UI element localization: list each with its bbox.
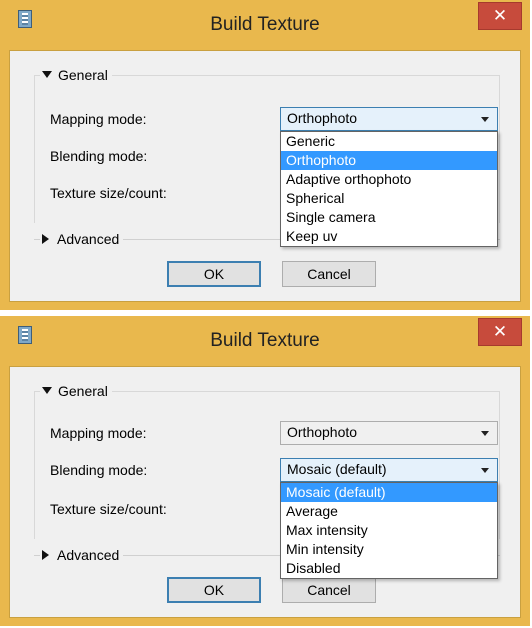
cancel-button-label: Cancel [307, 266, 351, 282]
dropdown-option[interactable]: Single camera [281, 208, 497, 227]
mapping-mode-value: Orthophoto [287, 424, 358, 440]
triangle-right-icon [42, 550, 49, 560]
dropdown-option[interactable]: Average [281, 502, 497, 521]
dropdown-option-selected[interactable]: Mosaic (default) [281, 483, 497, 502]
dropdown-option[interactable]: Keep uv [281, 227, 497, 246]
blending-mode-select[interactable]: Mosaic (default) [280, 458, 498, 482]
texture-size-label: Texture size/count: [50, 185, 167, 201]
chevron-down-icon [481, 117, 489, 122]
advanced-group-header[interactable]: Advanced [40, 231, 124, 247]
triangle-down-icon [42, 387, 52, 394]
dropdown-option-selected[interactable]: Orthophoto [281, 151, 497, 170]
dropdown-option[interactable]: Generic [281, 132, 497, 151]
chevron-down-icon [481, 468, 489, 473]
blending-mode-label: Blending mode: [50, 148, 148, 164]
blending-mode-label: Blending mode: [50, 462, 148, 478]
close-button[interactable]: ✕ [478, 2, 522, 30]
dropdown-option[interactable]: Spherical [281, 189, 497, 208]
mapping-mode-select[interactable]: Orthophoto [280, 107, 498, 131]
title-bar[interactable]: Build Texture ✕ [0, 316, 530, 366]
ok-button[interactable]: OK [167, 261, 261, 287]
chevron-down-icon [481, 431, 489, 436]
general-group-label: General [58, 383, 108, 399]
mapping-mode-label: Mapping mode: [50, 111, 147, 127]
dropdown-option[interactable]: Disabled [281, 559, 497, 578]
blending-mode-value: Mosaic (default) [287, 461, 387, 477]
dialog-body: General Mapping mode: Orthophoto Blendin… [9, 50, 521, 302]
mapping-mode-label: Mapping mode: [50, 425, 147, 441]
advanced-group-header[interactable]: Advanced [40, 547, 124, 563]
ok-button[interactable]: OK [167, 577, 261, 603]
dropdown-option[interactable]: Max intensity [281, 521, 497, 540]
ok-button-label: OK [203, 266, 225, 282]
triangle-right-icon [42, 234, 49, 244]
cancel-button-label: Cancel [307, 582, 351, 598]
advanced-group-label: Advanced [57, 231, 120, 247]
dialog-title: Build Texture [210, 330, 320, 351]
blending-mode-dropdown: Mosaic (default) Average Max intensity M… [280, 482, 498, 579]
triangle-down-icon [42, 71, 52, 78]
close-button[interactable]: ✕ [478, 318, 522, 346]
mapping-mode-value: Orthophoto [287, 110, 358, 126]
mapping-mode-select[interactable]: Orthophoto [280, 421, 498, 445]
cancel-button[interactable]: Cancel [282, 261, 376, 287]
advanced-group-label: Advanced [57, 547, 120, 563]
title-bar[interactable]: Build Texture ✕ [0, 0, 530, 50]
general-group-header[interactable]: General [40, 383, 112, 399]
dropdown-option[interactable]: Min intensity [281, 540, 497, 559]
ok-button-label: OK [203, 582, 225, 598]
general-group-header[interactable]: General [40, 67, 112, 83]
dropdown-option[interactable]: Adaptive orthophoto [281, 170, 497, 189]
mapping-mode-dropdown: Generic Orthophoto Adaptive orthophoto S… [280, 131, 498, 247]
dialog-title: Build Texture [210, 14, 320, 35]
build-texture-dialog-bottom: Build Texture ✕ General Mapping mode: Or… [0, 316, 530, 626]
close-icon: ✕ [492, 322, 508, 341]
general-group-label: General [58, 67, 108, 83]
cancel-button[interactable]: Cancel [282, 577, 376, 603]
dialog-body: General Mapping mode: Orthophoto Blendin… [9, 366, 521, 618]
build-texture-dialog-top: Build Texture ✕ General Mapping mode: Or… [0, 0, 530, 310]
close-icon: ✕ [492, 6, 508, 25]
texture-size-label: Texture size/count: [50, 501, 167, 517]
